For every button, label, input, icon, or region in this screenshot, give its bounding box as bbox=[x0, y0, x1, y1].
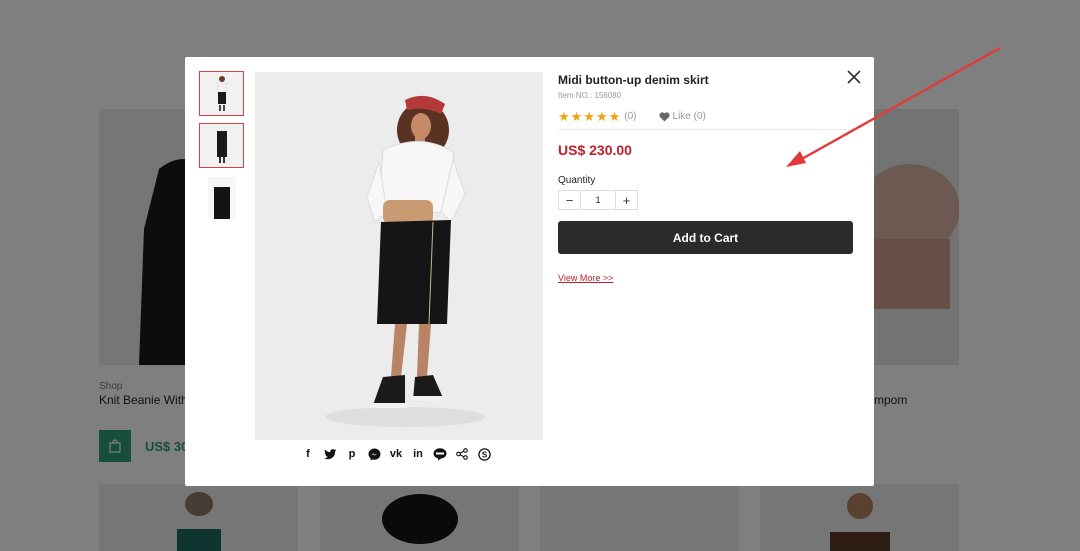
star-rating[interactable]: ★ ★ ★ ★ ★ bbox=[558, 110, 620, 123]
product-title: Midi button-up denim skirt bbox=[558, 73, 709, 87]
quantity-decrease-button[interactable]: − bbox=[559, 191, 580, 209]
skype-icon[interactable]: S bbox=[477, 447, 491, 461]
quantity-stepper: − 1 + bbox=[558, 190, 638, 210]
add-to-cart-button[interactable]: Add to Cart bbox=[558, 221, 853, 254]
like-label: Like (0) bbox=[672, 111, 706, 122]
product-price: US$ 230.00 bbox=[558, 142, 632, 158]
thumbnail-2[interactable] bbox=[199, 123, 244, 168]
quick-view-modal: f p vk in S Midi button-up denim skirt I… bbox=[185, 57, 874, 486]
pinterest-icon[interactable]: p bbox=[345, 447, 359, 461]
thumbnail-list bbox=[199, 71, 244, 227]
star-icon: ★ bbox=[608, 109, 621, 124]
messenger-icon[interactable] bbox=[367, 447, 381, 461]
star-icon: ★ bbox=[570, 109, 583, 124]
quantity-input[interactable]: 1 bbox=[580, 191, 616, 209]
quantity-increase-button[interactable]: + bbox=[616, 191, 637, 209]
view-more-link[interactable]: View More >> bbox=[558, 273, 613, 283]
thumbnail-3[interactable] bbox=[199, 175, 244, 220]
rating-count[interactable]: (0) bbox=[624, 111, 636, 122]
heart-icon bbox=[658, 111, 670, 121]
item-number: Item NO.: 156080 bbox=[558, 91, 622, 100]
twitter-icon[interactable] bbox=[323, 447, 337, 461]
thumbnail-1[interactable] bbox=[199, 71, 244, 116]
facebook-icon[interactable]: f bbox=[301, 447, 315, 461]
rating-row: ★ ★ ★ ★ ★ (0) Like (0) bbox=[558, 110, 853, 130]
quantity-label: Quantity bbox=[558, 175, 596, 186]
star-icon: ★ bbox=[595, 109, 608, 124]
skype-glyph: S bbox=[481, 450, 487, 459]
share-icon[interactable] bbox=[455, 447, 469, 461]
product-info: Midi button-up denim skirt Item NO.: 156… bbox=[558, 73, 853, 286]
star-icon: ★ bbox=[558, 109, 570, 124]
star-icon: ★ bbox=[583, 109, 595, 124]
share-bar: f p vk in S bbox=[301, 447, 491, 461]
vk-icon[interactable]: vk bbox=[389, 447, 403, 461]
product-main-image[interactable] bbox=[255, 72, 543, 440]
linkedin-icon[interactable]: in bbox=[411, 447, 425, 461]
line-icon[interactable] bbox=[433, 447, 447, 461]
like-button[interactable]: Like (0) bbox=[658, 111, 706, 122]
